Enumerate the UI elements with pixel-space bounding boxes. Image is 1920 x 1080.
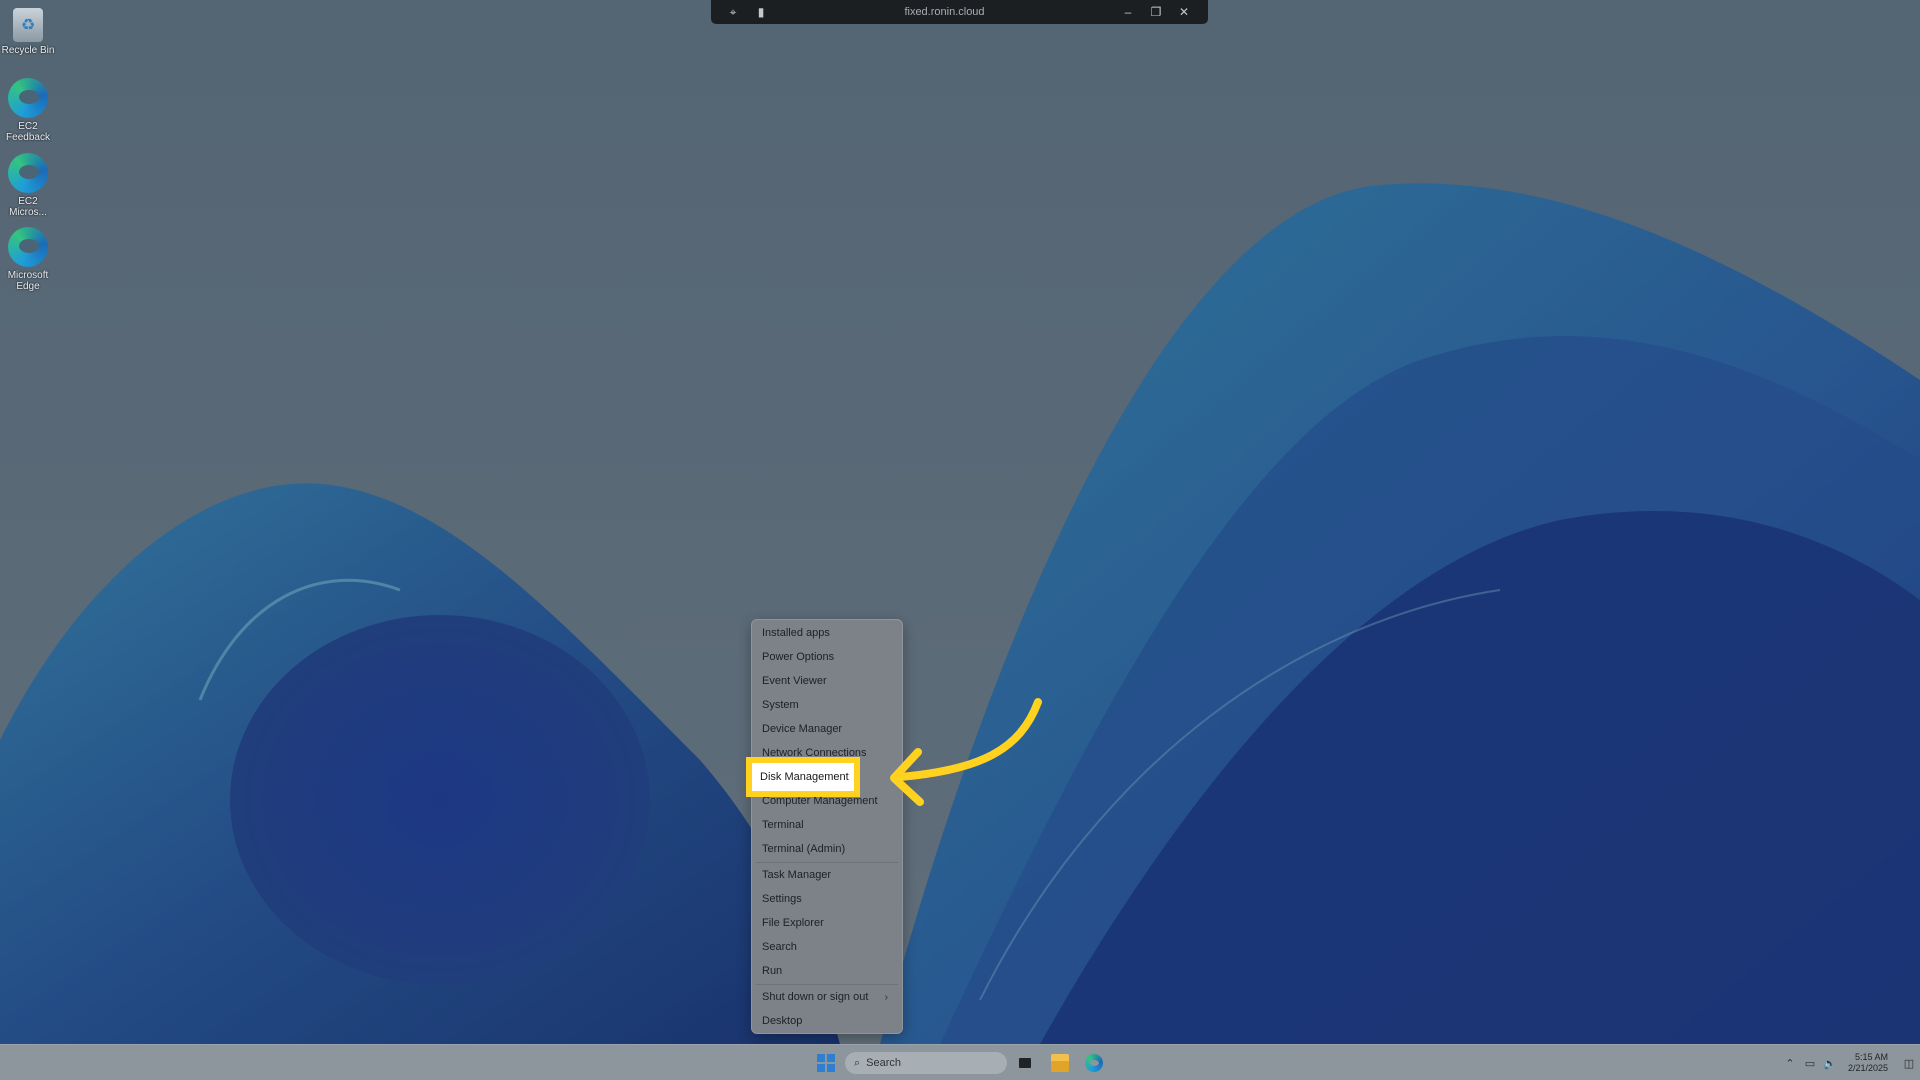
chevron-up-icon[interactable]: ⌃ [1780,1057,1800,1070]
unpin-icon[interactable]: ⌖ [719,0,747,24]
clock[interactable]: 5:15 AM 2/21/2025 [1848,1052,1888,1074]
start-icon[interactable] [817,1054,835,1072]
callout-arrow-icon [890,698,1042,806]
menu-separator [756,984,898,985]
desktop-icon-label: Recycle Bin [1,45,55,56]
menu-item-label: Shut down or sign out [762,991,869,1003]
menu-item-file-explorer[interactable]: File Explorer [752,912,902,934]
system-tray: ⌃ ▭ 🔈 5:15 AM 2/21/2025 ◫ [1780,1045,1920,1080]
menu-item-search[interactable]: Search [752,936,902,958]
menu-item-terminal-admin[interactable]: Terminal (Admin) [752,838,902,860]
menu-item-installed-apps[interactable]: Installed apps [752,622,902,644]
taskbar: ⌕ Search ⌃ ▭ 🔈 5:15 AM 2/21/2025 ◫ [0,1044,1920,1080]
edge-icon[interactable] [1085,1054,1103,1072]
notification-icon[interactable]: ◫ [1898,1057,1920,1070]
search-placeholder: Search [866,1057,902,1069]
volume-icon[interactable]: 🔈 [1820,1057,1840,1070]
highlight-disk-management[interactable]: Disk Management [746,757,860,797]
menu-item-run[interactable]: Run [752,960,902,982]
clock-date: 2/21/2025 [1847,1063,1888,1073]
clock-time: 5:15 AM [1854,1052,1888,1062]
chevron-right-icon: › [884,991,888,1003]
menu-item-event-viewer[interactable]: Event Viewer [752,670,902,692]
restore-icon[interactable]: ❐ [1142,0,1170,24]
task-view-icon[interactable] [1017,1054,1035,1072]
desktop-icon-ec2-feedback[interactable]: EC2 Feedback [0,78,56,143]
desktop-icon-label: EC2 Feedback [6,121,50,143]
menu-item-desktop[interactable]: Desktop [752,1010,902,1032]
close-icon[interactable]: ✕ [1170,0,1198,24]
desktop-icon-recycle-bin[interactable]: ♻ Recycle Bin [0,8,56,56]
winx-context-menu: Installed apps Power Options Event Viewe… [751,619,903,1034]
menu-item-task-manager[interactable]: Task Manager [752,864,902,886]
menu-item-power-options[interactable]: Power Options [752,646,902,668]
network-icon[interactable]: ▭ [1800,1057,1820,1070]
edge-icon [8,227,48,267]
menu-item-shut-down[interactable]: Shut down or sign out › [752,986,902,1008]
wallpaper-dim-overlay [0,0,1920,1044]
edge-icon [8,153,48,193]
edge-icon [8,78,48,118]
minimize-icon[interactable]: – [1114,0,1142,24]
desktop-icon-microsoft-edge[interactable]: Microsoft Edge [0,227,56,292]
search-icon: ⌕ [854,1056,861,1069]
desktop-icon-ec2-micros[interactable]: EC2 Micros... [0,153,56,218]
taskbar-search-box[interactable]: ⌕ Search [845,1052,1007,1074]
file-explorer-icon[interactable] [1051,1054,1069,1072]
remote-session-bar: ⌖ ▮ fixed.ronin.cloud – ❐ ✕ [711,0,1208,24]
recycle-bin-icon: ♻ [13,8,43,42]
menu-item-settings[interactable]: Settings [752,888,902,910]
session-title: fixed.ronin.cloud [904,6,985,18]
desktop-icon-label: Microsoft Edge [7,270,49,292]
menu-separator [756,862,898,863]
desktop-icon-label: EC2 Micros... [9,196,47,218]
signal-icon[interactable]: ▮ [747,0,775,24]
